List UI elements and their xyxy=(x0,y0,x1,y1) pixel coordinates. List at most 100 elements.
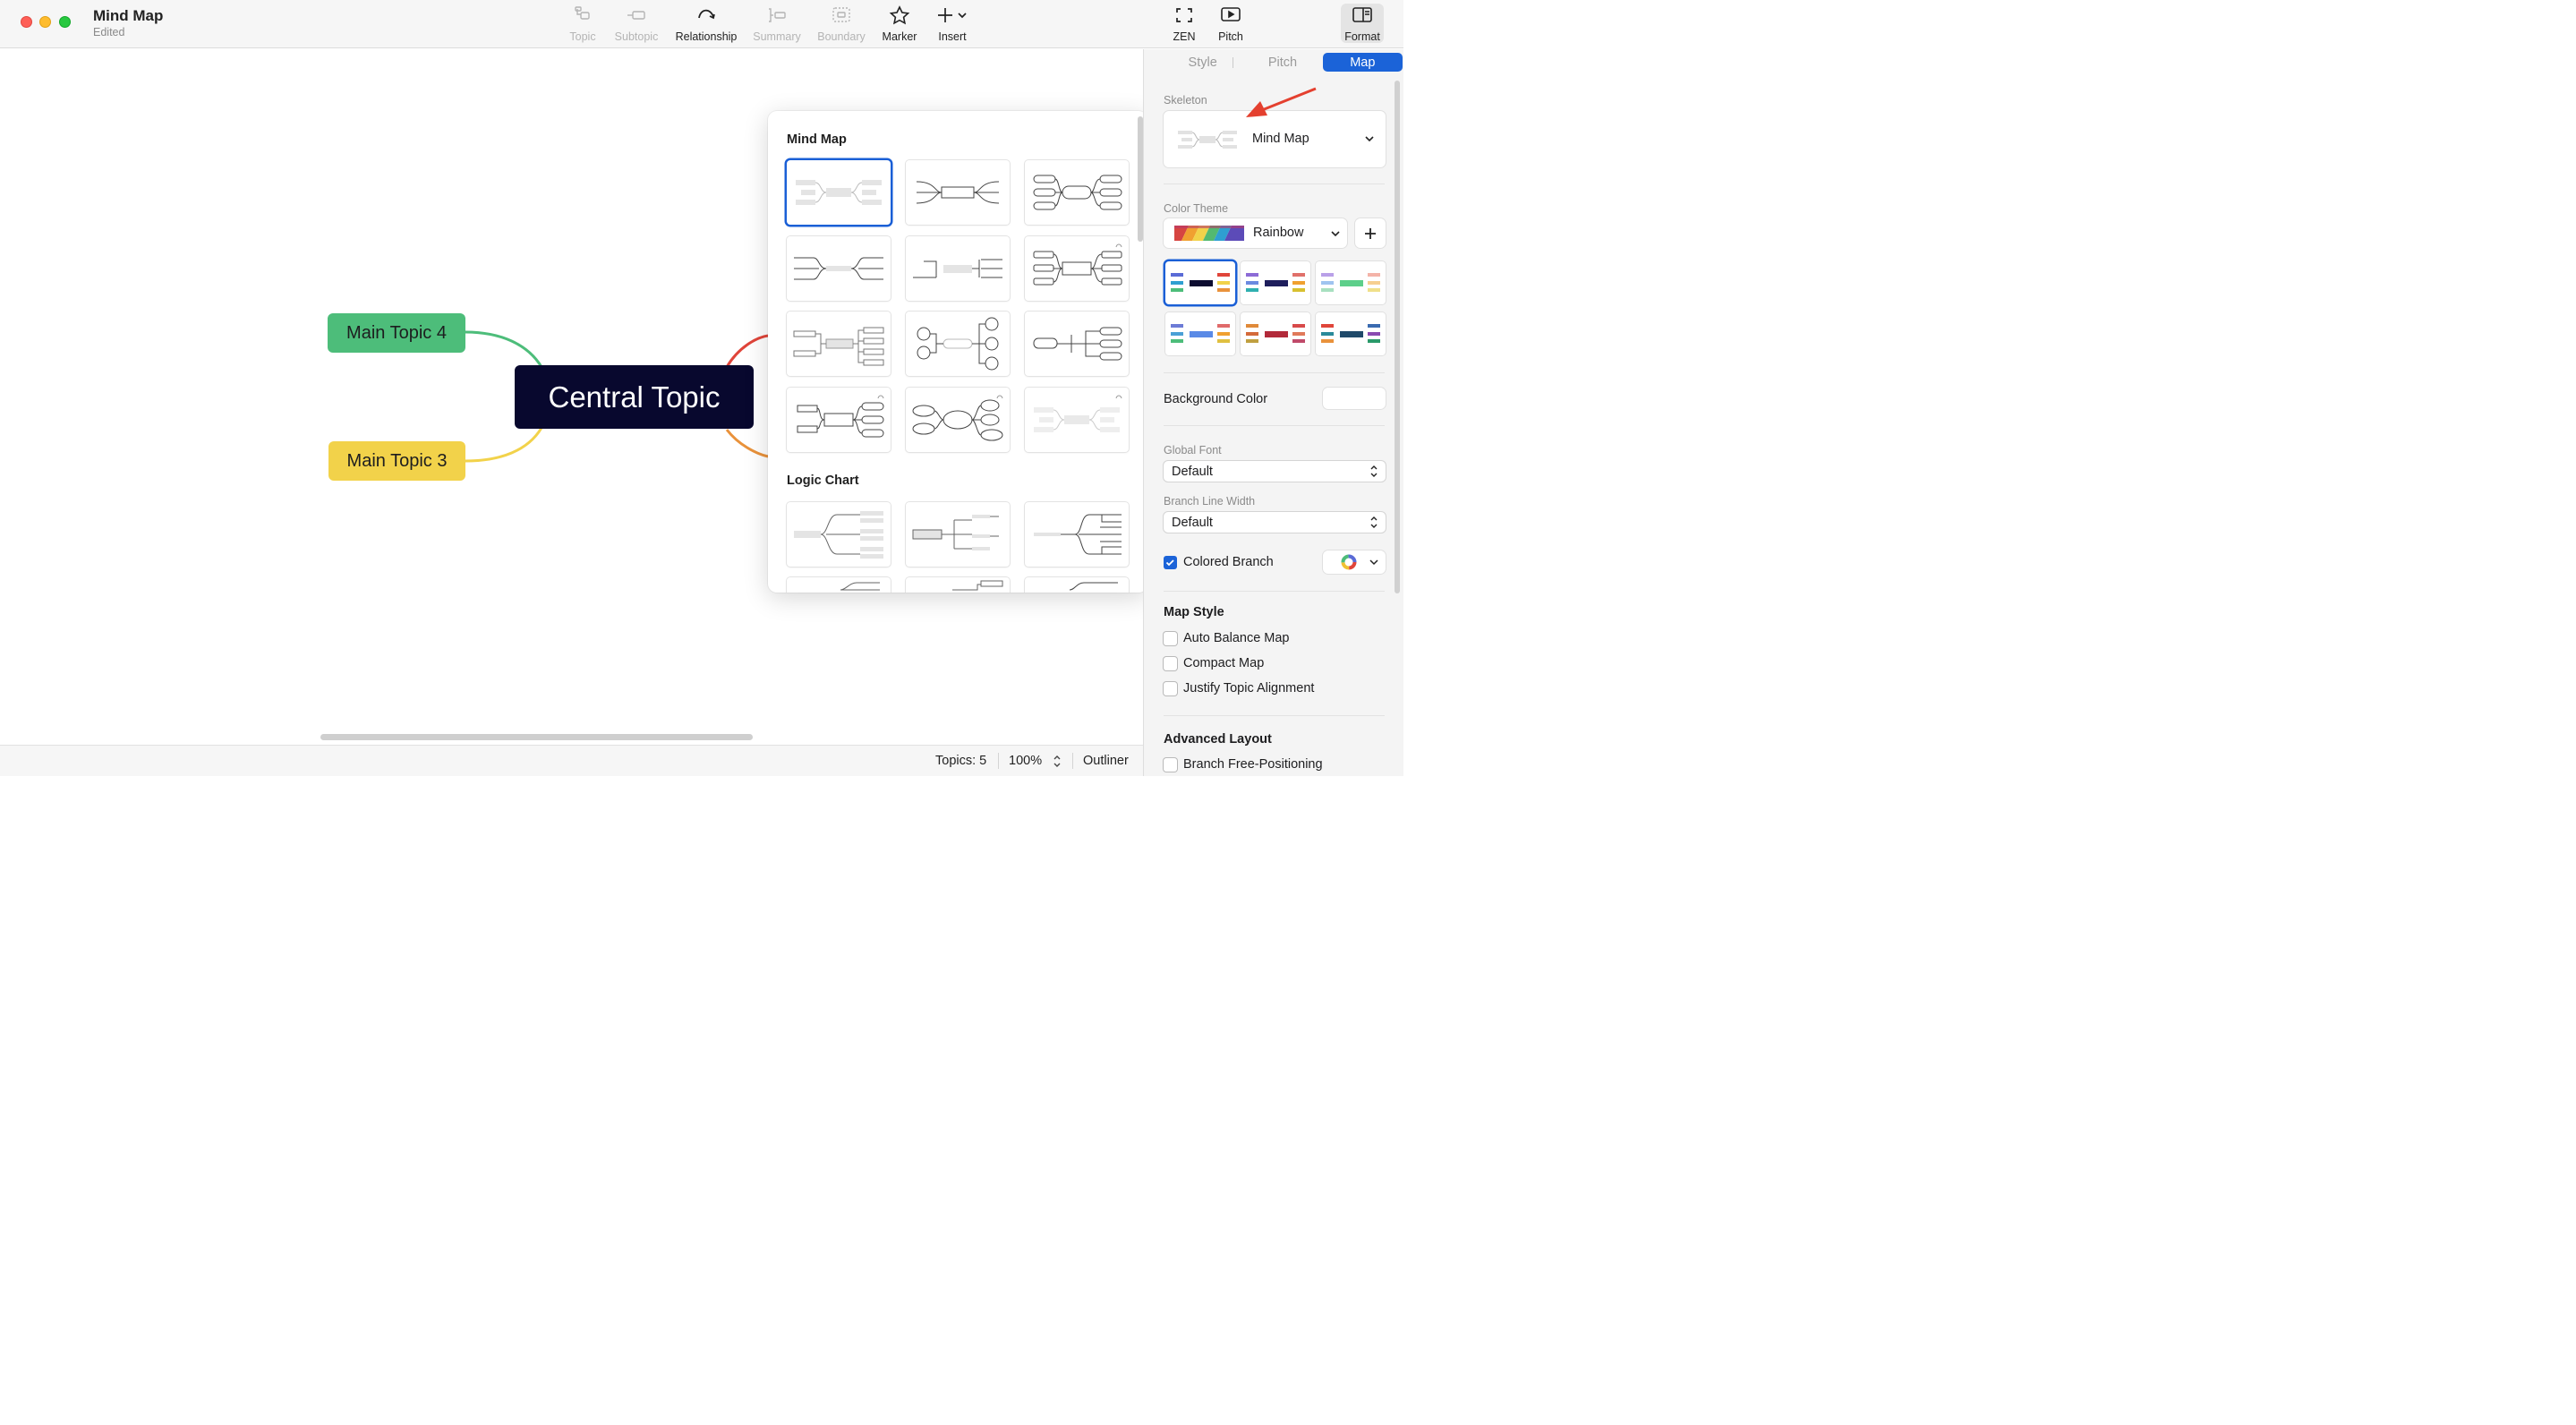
skeleton-mindmap-7[interactable] xyxy=(787,311,891,376)
play-icon xyxy=(1221,7,1241,21)
boundary-icon xyxy=(832,7,850,22)
skeleton-mindmap-3[interactable] xyxy=(1025,160,1129,225)
skeleton-mindmap-10[interactable] xyxy=(787,388,891,452)
skeleton-popover: Mind Map Logic Chart xyxy=(768,111,1147,593)
compact-map-checkbox[interactable] xyxy=(1164,657,1177,670)
relationship-button[interactable]: Relationship xyxy=(673,5,739,43)
theme-option-3[interactable] xyxy=(1316,261,1386,304)
theme-option-2[interactable] xyxy=(1241,261,1310,304)
chevron-down-icon xyxy=(1365,136,1374,142)
topic-button[interactable]: Topic xyxy=(567,5,599,43)
theme-option-4[interactable] xyxy=(1165,312,1235,355)
boundary-button[interactable]: Boundary xyxy=(815,5,867,43)
skeleton-preview-icon xyxy=(1178,131,1237,149)
zen-button[interactable]: ZEN xyxy=(1168,5,1200,43)
chevron-down-icon xyxy=(1331,231,1340,237)
checkmark-icon xyxy=(1165,559,1174,567)
subtopic-icon xyxy=(627,11,645,20)
maximize-window-button[interactable] xyxy=(59,16,71,28)
format-button[interactable]: Format xyxy=(1341,4,1384,43)
summary-icon xyxy=(769,8,786,22)
skeleton-mindmap-6[interactable] xyxy=(1025,236,1129,301)
justify-alignment-checkbox[interactable] xyxy=(1164,682,1177,695)
document-status: Edited xyxy=(93,26,125,38)
compact-map-label: Compact Map xyxy=(1183,656,1265,670)
branch-line-width-select[interactable]: Default xyxy=(1164,512,1386,533)
skeleton-mindmap-11[interactable] xyxy=(906,388,1010,452)
skeleton-logic-5[interactable] xyxy=(906,577,1010,593)
skeleton-mindmap-5[interactable] xyxy=(906,236,1010,301)
justify-alignment-label: Justify Topic Alignment xyxy=(1183,681,1315,695)
background-color-swatch[interactable] xyxy=(1323,388,1386,409)
status-bar: Topics: 5 100% Outliner xyxy=(0,745,1143,776)
summary-button[interactable]: Summary xyxy=(752,5,802,43)
plus-icon xyxy=(1365,227,1376,239)
color-theme-dropdown[interactable]: Rainbow xyxy=(1164,218,1347,248)
plus-chevron-icon xyxy=(938,8,967,22)
section-logic-chart: Logic Chart xyxy=(787,474,859,488)
colored-branch-label: Colored Branch xyxy=(1183,555,1274,569)
skeleton-label: Skeleton xyxy=(1164,94,1207,107)
tab-pitch[interactable]: Pitch xyxy=(1242,53,1322,72)
skeleton-mindmap-8[interactable] xyxy=(906,311,1010,376)
document-title: Mind Map xyxy=(93,7,164,24)
section-mind-map: Mind Map xyxy=(787,132,847,147)
color-theme-value: Rainbow xyxy=(1253,226,1304,240)
skeleton-logic-4[interactable] xyxy=(787,577,891,593)
tab-style[interactable]: Style xyxy=(1163,53,1242,72)
main-topic-3[interactable]: Main Topic 3 xyxy=(328,441,465,481)
relationship-icon xyxy=(698,9,715,20)
branch-line-width-label: Branch Line Width xyxy=(1164,495,1256,508)
skeleton-logic-2[interactable] xyxy=(906,502,1010,567)
auto-balance-label: Auto Balance Map xyxy=(1183,631,1290,645)
panel-scrollbar[interactable] xyxy=(1395,81,1400,593)
updown-chevron-icon xyxy=(1370,516,1378,528)
map-style-heading: Map Style xyxy=(1164,605,1224,619)
star-icon xyxy=(889,5,910,25)
skeleton-logic-6[interactable] xyxy=(1025,577,1129,593)
horizontal-scrollbar[interactable] xyxy=(320,734,753,740)
chevron-down-icon xyxy=(1369,559,1378,566)
global-font-label: Global Font xyxy=(1164,444,1222,457)
advanced-layout-heading: Advanced Layout xyxy=(1164,732,1272,747)
color-theme-label: Color Theme xyxy=(1164,202,1229,215)
skeleton-mindmap-4[interactable] xyxy=(787,236,891,301)
format-tabs: Style Pitch Map xyxy=(1163,53,1403,72)
theme-option-5[interactable] xyxy=(1241,312,1310,355)
insert-button[interactable]: Insert xyxy=(933,5,972,43)
topics-count: Topics: 5 xyxy=(935,754,987,768)
main-topic-4[interactable]: Main Topic 4 xyxy=(328,313,465,353)
toolbar: Mind Map Edited Topic Subtopic Relations… xyxy=(0,0,1403,48)
colored-branch-checkbox[interactable] xyxy=(1164,556,1177,569)
subtopic-button[interactable]: Subtopic xyxy=(611,5,661,43)
central-topic[interactable]: Central Topic xyxy=(515,365,754,429)
global-font-select[interactable]: Default xyxy=(1164,461,1386,482)
rainbow-swatch xyxy=(1174,226,1244,241)
auto-balance-checkbox[interactable] xyxy=(1164,632,1177,645)
skeleton-logic-3[interactable] xyxy=(1025,502,1129,567)
skeleton-logic-1[interactable] xyxy=(787,502,891,567)
red-arrow-annotation xyxy=(1246,87,1317,117)
format-panel-icon xyxy=(1352,7,1372,22)
zoom-level[interactable]: 100% xyxy=(1009,754,1042,768)
skeleton-mindmap-1[interactable] xyxy=(787,160,891,225)
add-theme-button[interactable] xyxy=(1355,218,1386,248)
theme-option-1[interactable] xyxy=(1165,261,1235,304)
skeleton-mindmap-2[interactable] xyxy=(906,160,1010,225)
close-window-button[interactable] xyxy=(21,16,32,28)
outliner-button[interactable]: Outliner xyxy=(1083,754,1129,768)
tab-map[interactable]: Map xyxy=(1322,53,1403,72)
marker-button[interactable]: Marker xyxy=(880,5,919,43)
minimize-window-button[interactable] xyxy=(39,16,51,28)
skeleton-mindmap-12[interactable] xyxy=(1025,388,1129,452)
skeleton-mindmap-9[interactable] xyxy=(1025,311,1129,376)
zoom-stepper-icon[interactable] xyxy=(1053,754,1062,769)
theme-option-6[interactable] xyxy=(1316,312,1386,355)
updown-chevron-icon xyxy=(1370,465,1378,477)
branch-color-picker[interactable] xyxy=(1323,550,1386,574)
background-color-label: Background Color xyxy=(1164,392,1268,406)
free-positioning-checkbox[interactable] xyxy=(1164,758,1177,772)
format-panel: Style Pitch Map Skeleton Mind Map Color … xyxy=(1143,49,1403,776)
pitch-button[interactable]: Pitch xyxy=(1215,5,1247,43)
skeleton-value: Mind Map xyxy=(1252,132,1309,146)
